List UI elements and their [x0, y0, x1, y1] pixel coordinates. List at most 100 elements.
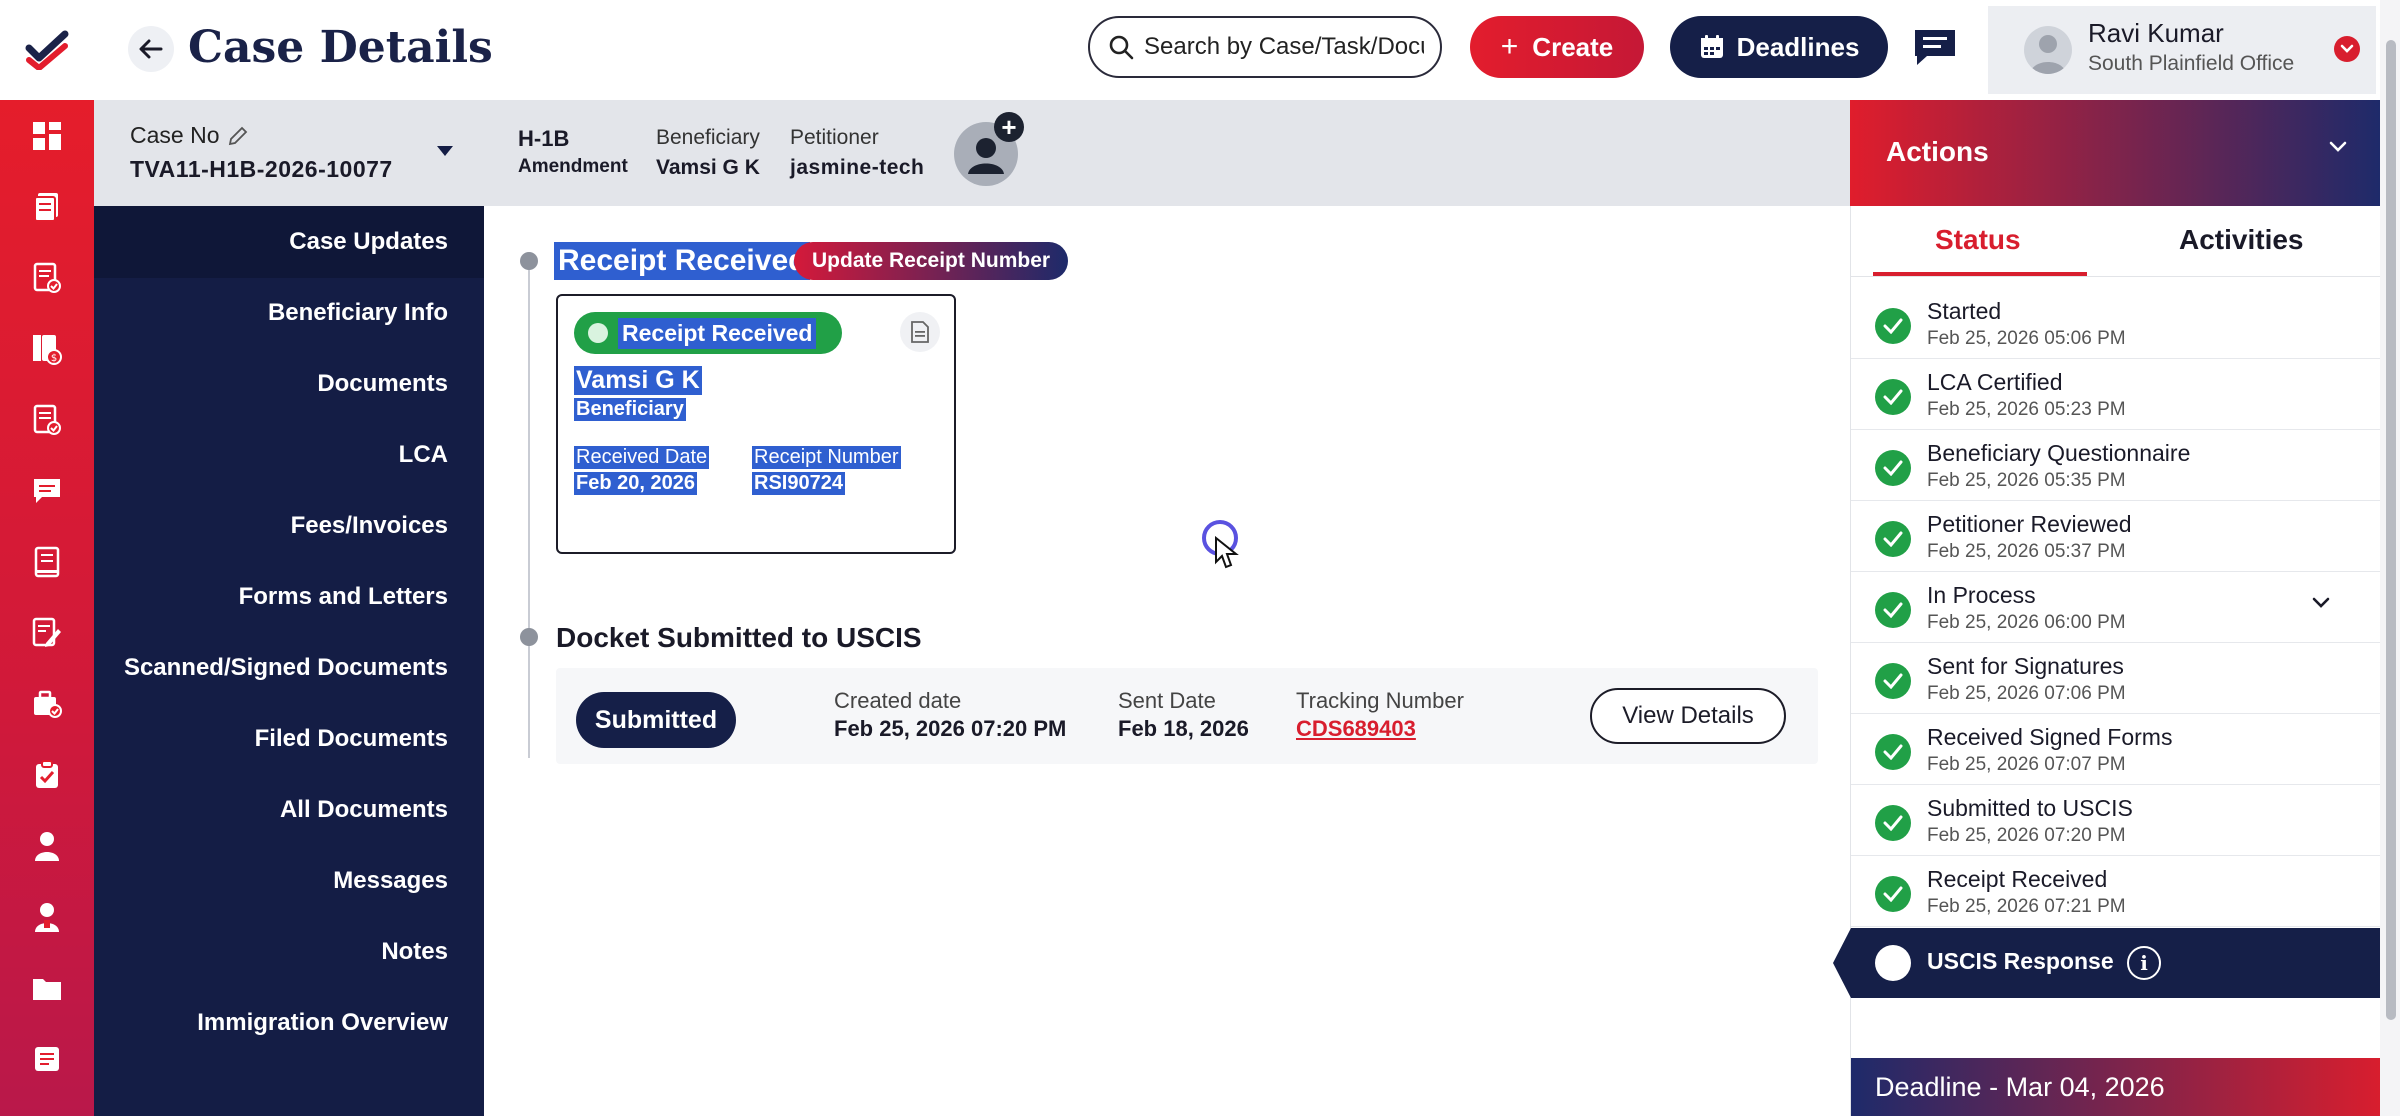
page-scrollbar[interactable] [2380, 0, 2400, 1116]
nav-item-immigration-overview[interactable]: Immigration Overview [197, 1009, 448, 1037]
tab-activities[interactable]: Activities [2179, 224, 2304, 256]
chevron-down-icon[interactable] [2311, 596, 2331, 615]
tab-status[interactable]: Status [1935, 224, 2021, 256]
nav-item-filed-documents[interactable]: Filed Documents [255, 725, 448, 753]
receipt-card: Receipt Received Vamsi G K Beneficiary R… [556, 294, 956, 554]
timeline-line [528, 262, 530, 758]
receipt-status-badge: Receipt Received [574, 312, 843, 354]
create-button-label: Create [1532, 31, 1614, 62]
receipt-status-text: Receipt Received [618, 317, 817, 349]
app-logo[interactable] [0, 0, 94, 100]
receipt-number-label: Receipt Number [752, 446, 901, 469]
check-circle-icon [1875, 663, 1911, 699]
visa-subtype: Amendment [518, 156, 628, 177]
nav-item-all-documents[interactable]: All Documents [280, 796, 448, 824]
status-item: Started Feb 25, 2026 05:06 PM [1851, 288, 2381, 359]
check-circle-icon [1875, 592, 1911, 628]
nav-item-forms-letters[interactable]: Forms and Letters [239, 583, 448, 611]
update-receipt-number-button[interactable]: Update Receipt Number [794, 242, 1069, 280]
pencil-icon[interactable] [227, 125, 249, 147]
search-box[interactable] [1088, 16, 1442, 78]
create-button[interactable]: + Create [1470, 16, 1644, 78]
user-menu[interactable]: Ravi Kumar South Plainfield Office [1988, 6, 2376, 94]
nav-item-beneficiary-info[interactable]: Beneficiary Info [268, 299, 448, 327]
notes-icon[interactable] [25, 1037, 69, 1081]
nav-item-scanned-signed[interactable]: Scanned/Signed Documents [124, 654, 448, 682]
nav-item-case-updates[interactable]: Case Updates [289, 228, 448, 256]
cases-icon[interactable] [25, 185, 69, 229]
deadlines-button-label: Deadlines [1736, 31, 1860, 62]
user-avatar [2024, 26, 2072, 74]
submitted-status-badge: Submitted [576, 692, 736, 748]
petitioner-name[interactable]: jasmine-tech [790, 156, 924, 180]
case-no-label-group: Case No [130, 122, 249, 149]
receipt-beneficiary-name: Vamsi G K [574, 366, 702, 395]
check-circle-icon [1875, 450, 1911, 486]
status-name: Petitioner Reviewed [1927, 511, 2132, 537]
add-assignee-button[interactable]: + [994, 112, 1024, 142]
petitioner-label: Petitioner [790, 126, 879, 149]
contact-icon[interactable] [25, 895, 69, 939]
user-name: Ravi Kumar [2088, 18, 2224, 48]
chat-icon[interactable] [25, 469, 69, 513]
view-details-button[interactable]: View Details [1590, 688, 1786, 744]
mouse-cursor-icon [1215, 536, 1239, 569]
logo-icon [25, 30, 69, 70]
top-header: Case Details + Create [0, 0, 2400, 100]
check-circle-icon [1875, 308, 1911, 344]
back-button[interactable] [128, 26, 174, 72]
beneficiary-label: Beneficiary [656, 126, 760, 149]
status-date: Feb 25, 2026 07:06 PM [1927, 683, 2126, 704]
user-icon[interactable] [25, 824, 69, 868]
chevron-down-icon[interactable] [2334, 36, 2360, 62]
plus-icon: + [1500, 30, 1519, 63]
messages-button[interactable] [1910, 24, 1960, 70]
forms-check-icon[interactable] [25, 256, 69, 300]
actions-panel: Status Activities Started Feb 25, 2026 0… [1833, 206, 2381, 1116]
timeline-dot [520, 628, 538, 646]
status-date: Feb 25, 2026 07:21 PM [1927, 896, 2126, 917]
nav-item-lca[interactable]: LCA [399, 441, 448, 469]
nav-item-fees-invoices[interactable]: Fees/Invoices [291, 512, 448, 540]
clipboard-check-icon[interactable] [25, 753, 69, 797]
nav-item-notes[interactable]: Notes [381, 938, 448, 966]
view-document-button[interactable] [900, 312, 940, 352]
check-circle-icon [1875, 805, 1911, 841]
ledger-icon[interactable] [25, 540, 69, 584]
status-name: Beneficiary Questionnaire [1927, 440, 2191, 466]
chevron-down-icon[interactable] [2328, 140, 2348, 159]
sent-date-label: Sent Date [1118, 688, 1216, 713]
tracking-number-link[interactable]: CDS689403 [1296, 716, 1416, 742]
nav-item-messages[interactable]: Messages [333, 867, 448, 895]
invoice-icon[interactable]: $ [25, 327, 69, 371]
arrow-left-icon [139, 39, 163, 59]
edit-form-icon[interactable] [25, 611, 69, 655]
check-circle-icon [1875, 734, 1911, 770]
status-item-expandable[interactable]: In Process Feb 25, 2026 06:00 PM [1851, 572, 2381, 643]
plus-icon: + [1001, 112, 1017, 142]
briefcase-check-icon[interactable] [25, 682, 69, 726]
page-title: Case Details [188, 22, 493, 73]
status-date: Feb 25, 2026 05:06 PM [1927, 328, 2126, 349]
case-dropdown-caret[interactable] [436, 144, 454, 162]
status-item-pending[interactable]: USCIS Response i [1833, 928, 2381, 998]
case-header: Case No TVA11-H1B-2026-10077 H-1B Amendm… [94, 100, 1850, 206]
pending-circle-icon [1875, 945, 1911, 981]
actions-header[interactable]: Actions [1850, 100, 2380, 206]
tabs-divider [1851, 276, 2381, 277]
nav-item-documents[interactable]: Documents [317, 370, 448, 398]
status-date: Feb 25, 2026 07:07 PM [1927, 754, 2126, 775]
search-input[interactable] [1144, 33, 1424, 61]
beneficiary-name[interactable]: Vamsi G K [656, 156, 760, 180]
document-check-icon[interactable] [25, 398, 69, 442]
deadlines-button[interactable]: Deadlines [1670, 16, 1888, 78]
created-date-value: Feb 25, 2026 07:20 PM [834, 716, 1067, 741]
docket-section-title: Docket Submitted to USCIS [556, 622, 922, 653]
folder-icon[interactable] [25, 966, 69, 1010]
info-icon[interactable]: i [2127, 946, 2161, 980]
scrollbar-thumb[interactable] [2386, 40, 2396, 1020]
dashboard-icon[interactable] [25, 114, 69, 158]
status-date: Feb 25, 2026 07:20 PM [1927, 825, 2126, 846]
app-root: Case Details + Create [0, 0, 2400, 1116]
status-date: Feb 25, 2026 05:23 PM [1927, 399, 2126, 420]
